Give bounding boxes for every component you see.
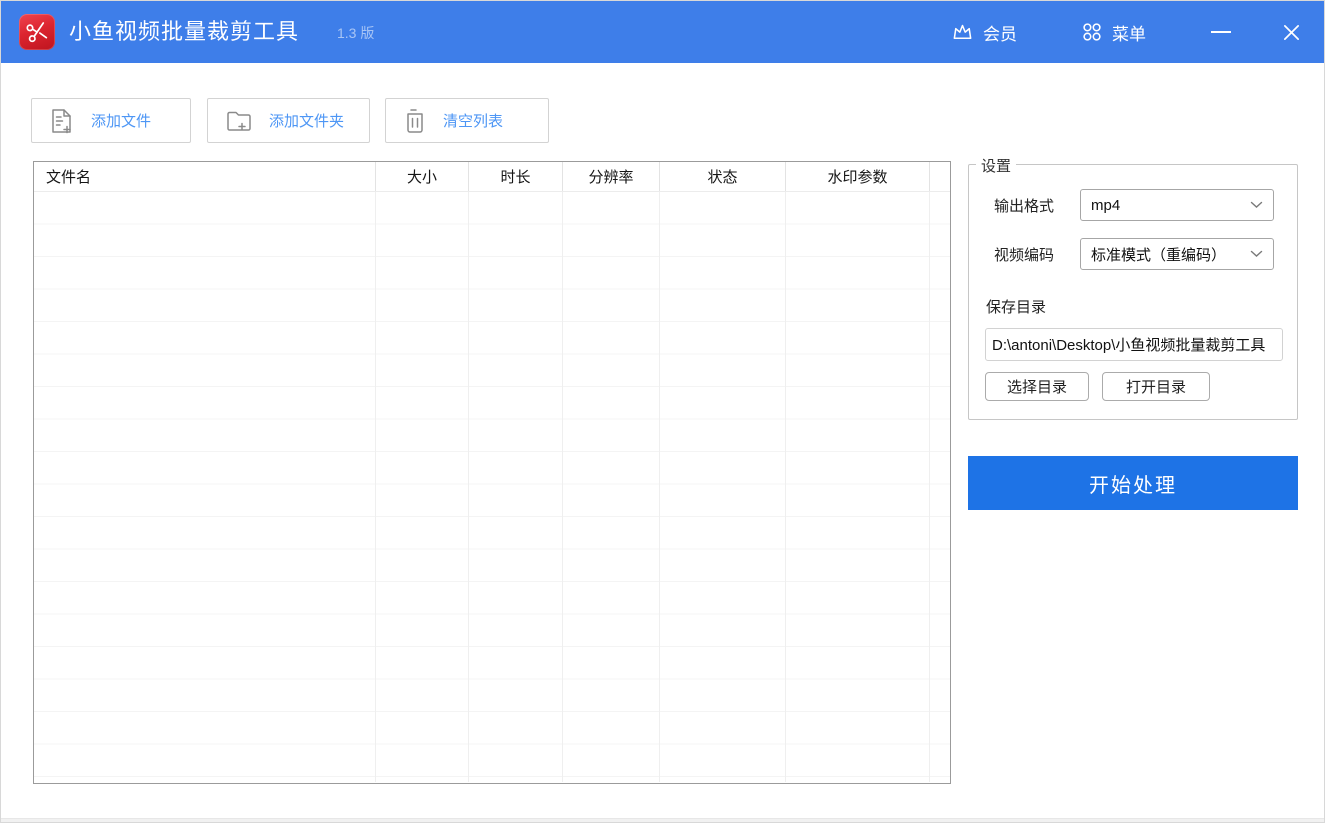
minimize-button[interactable] — [1199, 1, 1243, 63]
save-dir-label: 保存目录 — [986, 299, 1047, 316]
add-folder-label: 添加文件夹 — [269, 113, 345, 130]
add-file-button[interactable]: 添加文件 — [31, 98, 191, 143]
file-list-area[interactable] — [34, 192, 950, 783]
add-folder-button[interactable]: 添加文件夹 — [207, 98, 370, 143]
column-header-duration: 时长 — [468, 162, 562, 191]
table-column-line — [468, 192, 469, 782]
file-table-header: 文件名 大小 时长 分辨率 状态 水印参数 — [34, 162, 950, 192]
column-header-status: 状态 — [659, 162, 785, 191]
minimize-icon — [1211, 31, 1231, 33]
settings-group-title: 设置 — [976, 155, 1017, 176]
chevron-down-icon — [1250, 250, 1263, 258]
close-button[interactable] — [1269, 1, 1313, 63]
video-codec-label: 视频编码 — [994, 247, 1055, 264]
app-version: 1.3 版 — [337, 25, 375, 41]
table-column-line — [785, 192, 786, 782]
column-header-filename: 文件名 — [46, 169, 92, 186]
output-format-select[interactable]: mp4 — [1080, 189, 1274, 221]
file-table: 文件名 大小 时长 分辨率 状态 水印参数 — [33, 161, 951, 784]
member-label: 会员 — [983, 24, 1017, 44]
column-header-spacer — [929, 162, 950, 191]
column-header-resolution: 分辨率 — [562, 162, 659, 191]
folder-plus-icon — [225, 108, 253, 134]
add-file-label: 添加文件 — [91, 113, 152, 130]
app-logo — [19, 14, 55, 50]
open-dir-button[interactable]: 打开目录 — [1102, 372, 1210, 401]
window-footer-strip — [1, 818, 1324, 822]
menu-button[interactable]: 菜单 — [1081, 1, 1146, 63]
chevron-down-icon — [1250, 201, 1263, 209]
video-codec-value: 标准模式（重编码） — [1091, 246, 1227, 264]
titlebar: 小鱼视频批量裁剪工具 1.3 版 会员 菜单 — [1, 1, 1324, 63]
member-button[interactable]: 会员 — [951, 1, 1017, 63]
crown-icon — [951, 21, 974, 44]
settings-group: 设置 输出格式 mp4 视频编码 标准模式（重编码） 保存目录 选择目录 打开目… — [968, 155, 1298, 420]
grid-dots-icon — [1081, 21, 1103, 43]
choose-dir-button[interactable]: 选择目录 — [985, 372, 1089, 401]
output-format-label: 输出格式 — [994, 198, 1055, 215]
start-processing-button[interactable]: 开始处理 — [968, 456, 1298, 510]
table-column-line — [375, 192, 376, 782]
table-column-line — [659, 192, 660, 782]
scissors-icon — [25, 20, 49, 44]
menu-label: 菜单 — [1112, 24, 1146, 44]
trash-icon — [403, 107, 427, 135]
clear-list-label: 清空列表 — [443, 113, 504, 130]
close-icon — [1282, 23, 1301, 42]
table-column-line — [562, 192, 563, 782]
file-plus-icon — [49, 107, 75, 135]
save-dir-input[interactable] — [985, 328, 1283, 361]
column-header-size: 大小 — [375, 162, 468, 191]
clear-list-button[interactable]: 清空列表 — [385, 98, 549, 143]
app-title: 小鱼视频批量裁剪工具 — [69, 19, 300, 44]
column-header-watermark: 水印参数 — [785, 162, 929, 191]
video-codec-select[interactable]: 标准模式（重编码） — [1080, 238, 1274, 270]
output-format-value: mp4 — [1091, 196, 1121, 214]
table-column-line — [929, 192, 930, 782]
